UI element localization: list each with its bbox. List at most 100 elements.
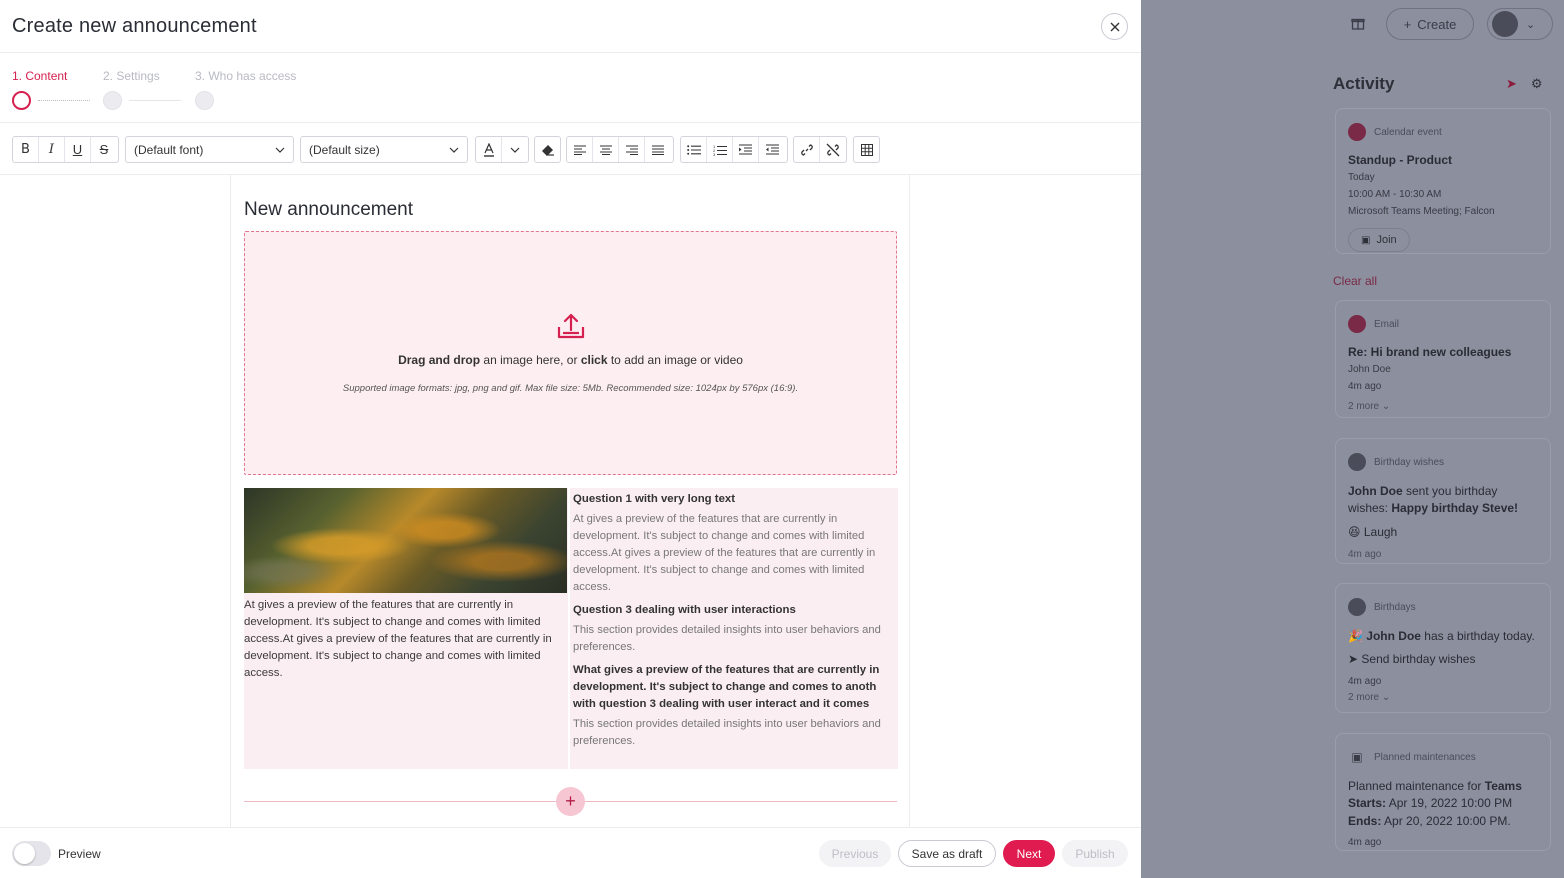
more-label: 2 more bbox=[1348, 691, 1380, 703]
question-body[interactable]: This section provides detailed insights … bbox=[573, 716, 894, 750]
wish-text: John Doe sent you birthday wishes: Happy… bbox=[1348, 483, 1538, 518]
chevron-down-icon bbox=[510, 147, 520, 153]
next-button[interactable]: Next bbox=[1003, 840, 1055, 867]
indent-button[interactable] bbox=[733, 137, 759, 162]
clear-format-button[interactable] bbox=[535, 137, 560, 162]
dialog-footer: Preview Previous Save as draft Next Publ… bbox=[0, 827, 1141, 878]
add-block-button[interactable]: + bbox=[556, 787, 585, 816]
question-title[interactable]: Question 3 dealing with user interaction… bbox=[573, 602, 894, 619]
step-settings-dot[interactable] bbox=[103, 91, 122, 110]
underline-label: U bbox=[72, 142, 83, 157]
align-justify-button[interactable] bbox=[645, 137, 671, 162]
insert-table-button[interactable] bbox=[854, 137, 879, 162]
bold-button[interactable]: B bbox=[13, 137, 39, 162]
question-title[interactable]: Question 1 with very long text bbox=[573, 491, 894, 508]
content-block[interactable]: At gives a preview of the features that … bbox=[244, 488, 898, 769]
gift-icon bbox=[1351, 16, 1367, 32]
create-label: Create bbox=[1417, 16, 1457, 32]
close-button[interactable] bbox=[1101, 13, 1128, 40]
editor-canvas[interactable]: New announcement Drag and drop an image … bbox=[230, 175, 910, 827]
step-access-dot[interactable] bbox=[195, 91, 214, 110]
more-toggle[interactable]: 2 more ⌄ bbox=[1348, 692, 1538, 703]
send-wishes-link[interactable]: ➤ Send birthday wishes bbox=[1348, 651, 1538, 668]
event-time: 10:00 AM - 10:30 AM bbox=[1348, 189, 1442, 200]
right-column[interactable]: Question 1 with very long text At gives … bbox=[570, 488, 898, 769]
drag-drop-text: Drag and drop bbox=[398, 353, 481, 367]
email-card[interactable]: Email Re: Hi brand new colleagues John D… bbox=[1335, 300, 1551, 418]
card-type: Planned maintenances bbox=[1374, 751, 1476, 763]
font-size-select[interactable]: (Default size) bbox=[300, 136, 468, 163]
step-access-label[interactable]: 3. Who has access bbox=[195, 69, 296, 83]
event-title: Standup - Product bbox=[1348, 153, 1452, 167]
question-body[interactable]: At gives a preview of the features that … bbox=[573, 511, 894, 596]
maintenance-intro: Planned maintenance for bbox=[1348, 779, 1485, 793]
more-toggle[interactable]: 2 more ⌄ bbox=[1348, 401, 1538, 412]
text-color-button[interactable] bbox=[476, 137, 502, 162]
align-right-button[interactable] bbox=[619, 137, 645, 162]
step-content-dot[interactable] bbox=[12, 91, 31, 110]
publish-button[interactable]: Publish bbox=[1062, 840, 1128, 867]
step-content-label[interactable]: 1. Content bbox=[12, 69, 67, 83]
outdent-button[interactable] bbox=[759, 137, 785, 162]
editor-toolbar: B I U S (Default font) (Default size) 1 … bbox=[0, 123, 1141, 175]
send-wishes-label: Send birthday wishes bbox=[1361, 652, 1476, 667]
bullet-list-button[interactable] bbox=[681, 137, 707, 162]
insert-link-button[interactable] bbox=[794, 137, 820, 162]
maintenance-time: 4m ago bbox=[1348, 837, 1382, 849]
table-icon bbox=[860, 143, 873, 156]
question-title[interactable]: What gives a preview of the features tha… bbox=[573, 662, 894, 713]
pin-icon[interactable]: ➤ bbox=[1506, 76, 1517, 92]
align-center-button[interactable] bbox=[593, 137, 619, 162]
text-color-group bbox=[475, 136, 529, 163]
font-select-value: (Default font) bbox=[134, 142, 204, 157]
align-center-icon bbox=[599, 144, 612, 155]
wish-time: 4m ago bbox=[1348, 549, 1382, 561]
image-dropzone[interactable]: Drag and drop an image here, or click to… bbox=[244, 231, 897, 475]
teams-icon: ▣ bbox=[1351, 750, 1363, 764]
card-type: Birthdays bbox=[1374, 601, 1416, 613]
reaction[interactable]: 😆 Laugh bbox=[1348, 524, 1538, 541]
italic-button[interactable]: I bbox=[39, 137, 65, 162]
save-draft-button[interactable]: Save as draft bbox=[898, 840, 996, 867]
birthdays-card[interactable]: Birthdays 🎉 John Doe has a birthday toda… bbox=[1335, 583, 1551, 713]
announcement-title[interactable]: New announcement bbox=[244, 199, 413, 221]
numbered-list-button[interactable]: 123 bbox=[707, 137, 733, 162]
calendar-event-card[interactable]: Calendar event Standup - Product Today 1… bbox=[1335, 108, 1551, 254]
dropzone-instructions: Drag and drop an image here, or click to… bbox=[245, 353, 896, 367]
maintenance-text: Planned maintenance for Teams Starts: Ap… bbox=[1348, 778, 1538, 830]
card-type: Email bbox=[1374, 318, 1400, 330]
outdent-icon bbox=[765, 144, 779, 155]
clear-format-group bbox=[534, 136, 561, 163]
strikethrough-button[interactable]: S bbox=[91, 137, 117, 162]
starts-value: Apr 19, 2022 10:00 PM bbox=[1386, 796, 1513, 811]
chevron-down-icon bbox=[449, 147, 459, 153]
preview-toggle[interactable] bbox=[12, 841, 51, 866]
calendar-icon bbox=[1348, 123, 1366, 141]
step-settings-label[interactable]: 2. Settings bbox=[103, 69, 160, 83]
previous-button[interactable]: Previous bbox=[819, 840, 891, 867]
create-button[interactable]: + Create bbox=[1386, 8, 1474, 40]
left-column-text[interactable]: At gives a preview of the features that … bbox=[244, 597, 567, 682]
font-family-select[interactable]: (Default font) bbox=[125, 136, 294, 163]
remove-link-button[interactable] bbox=[820, 137, 846, 162]
birthday-person: John Doe bbox=[1366, 629, 1421, 643]
add-block-row: + bbox=[244, 787, 897, 817]
text-color-dropdown[interactable] bbox=[502, 137, 528, 162]
plus-icon: + bbox=[1403, 16, 1412, 32]
avatar bbox=[1348, 598, 1366, 616]
left-column[interactable]: At gives a preview of the features that … bbox=[244, 488, 568, 769]
forest-image[interactable] bbox=[244, 488, 567, 593]
maintenance-card[interactable]: ▣ Planned maintenances Planned maintenanc… bbox=[1335, 733, 1551, 851]
birthday-wishes-card[interactable]: Birthday wishes John Doe sent you birthd… bbox=[1335, 438, 1551, 564]
more-label: 2 more bbox=[1348, 401, 1380, 412]
table-group bbox=[853, 136, 880, 163]
gear-icon[interactable]: ⚙ bbox=[1531, 76, 1543, 92]
link-group bbox=[793, 136, 847, 163]
join-button[interactable]: ▣ Join bbox=[1348, 228, 1410, 252]
underline-button[interactable]: U bbox=[65, 137, 91, 162]
user-menu-button[interactable]: ⌄ bbox=[1487, 8, 1553, 40]
align-left-button[interactable] bbox=[567, 137, 593, 162]
clear-all-link[interactable]: Clear all bbox=[1333, 274, 1377, 288]
align-left-icon bbox=[573, 144, 586, 155]
question-body[interactable]: This section provides detailed insights … bbox=[573, 622, 894, 656]
